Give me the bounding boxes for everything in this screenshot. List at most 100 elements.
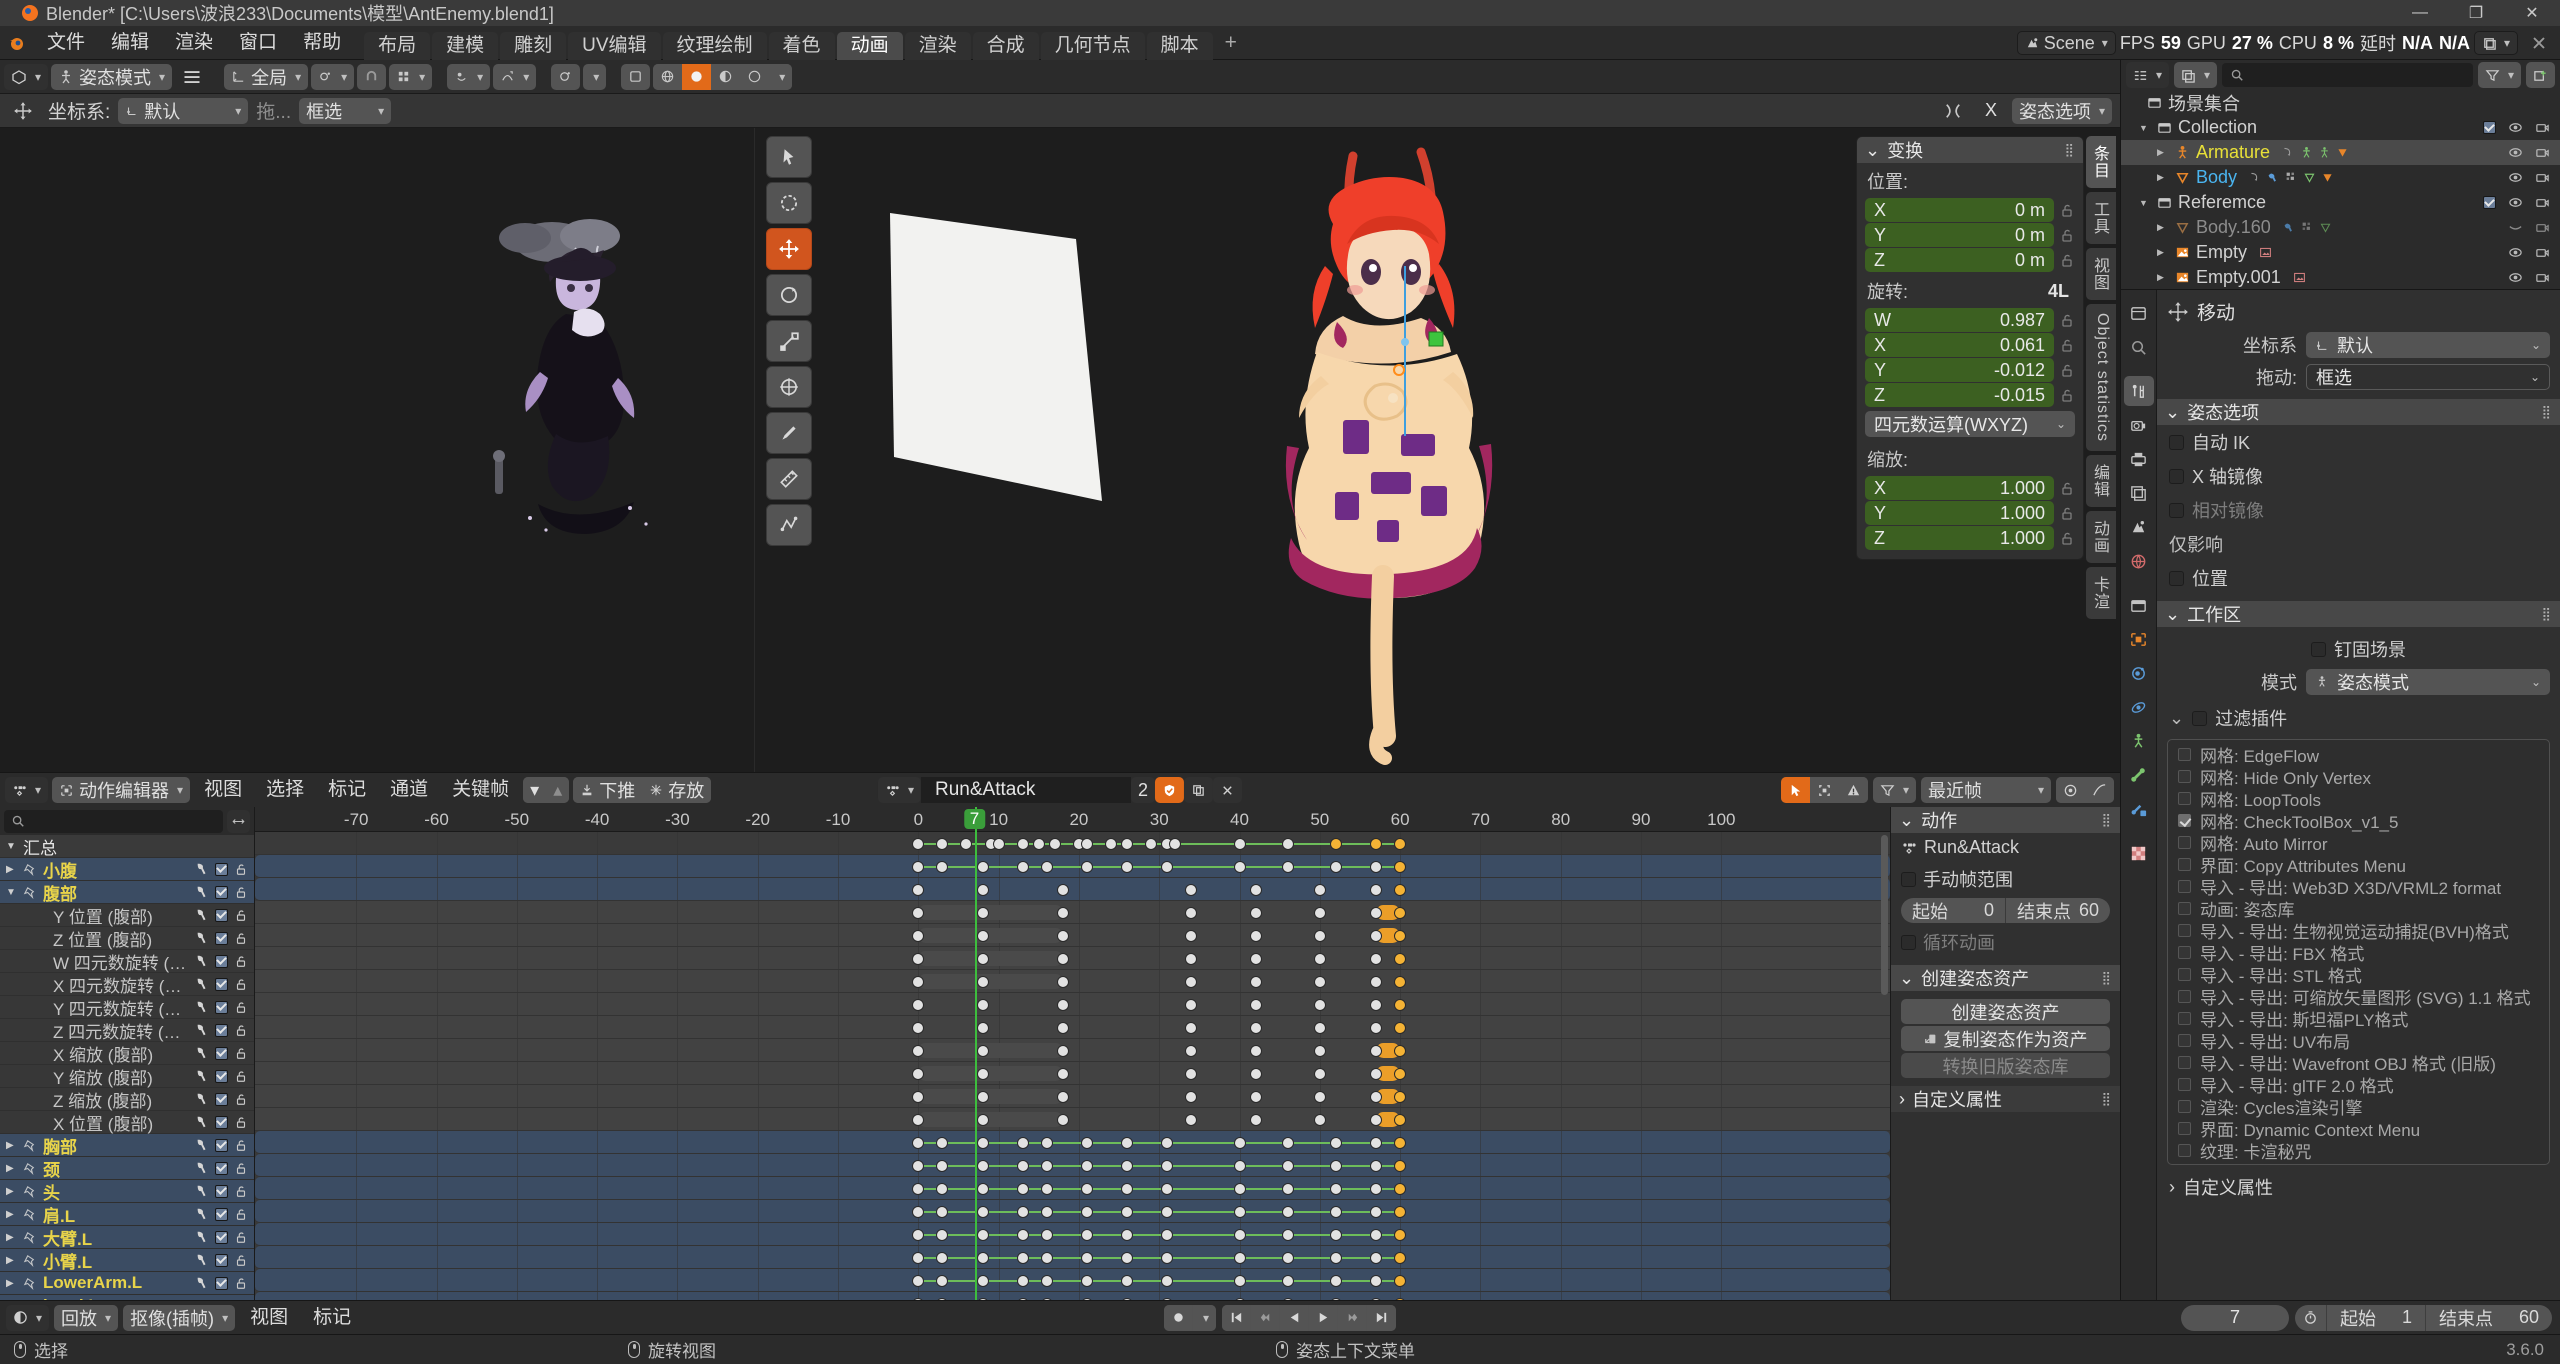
channel-row[interactable]: X 缩放 (腹部) xyxy=(0,1042,254,1065)
keyframe-dot[interactable] xyxy=(1394,837,1407,850)
addon-row[interactable]: 导入 - 导出: Web3D X3D/VRML2 format xyxy=(2168,875,2549,898)
create-pose-asset-button[interactable]: 创建姿态资产 xyxy=(1901,999,2110,1024)
keyframe-row[interactable] xyxy=(255,1062,1890,1085)
lock-open-icon[interactable] xyxy=(234,1115,248,1129)
keyframe-dot[interactable] xyxy=(1040,1182,1053,1195)
lock-open-icon[interactable] xyxy=(2059,202,2075,218)
sidebar-tab-toon[interactable]: 卡渲 xyxy=(2086,567,2116,620)
lock-open-icon[interactable] xyxy=(234,1161,248,1175)
keyframe-dot[interactable] xyxy=(1040,860,1053,873)
addon-row[interactable]: 导入 - 导出: STL 格式 xyxy=(2168,963,2549,986)
stash-button[interactable]: 存放 xyxy=(642,777,712,803)
keyframe-dot[interactable] xyxy=(1040,1228,1053,1241)
addon-checkbox[interactable] xyxy=(2178,791,2191,805)
snap-toggle[interactable] xyxy=(357,63,387,90)
tab-texture-icon[interactable] xyxy=(2124,838,2154,868)
keyframe-dot[interactable] xyxy=(1161,1205,1174,1218)
keyframe-dot[interactable] xyxy=(1370,998,1383,1011)
keyframe-dot[interactable] xyxy=(1056,906,1069,919)
expand-icon[interactable]: ▼ xyxy=(2139,123,2151,133)
transform-orientation-dropdown[interactable]: 默认 ▾ xyxy=(118,97,249,124)
playback-popover[interactable]: 回放 ▾ xyxy=(54,1304,119,1331)
action-users-count[interactable]: 2 xyxy=(1131,777,1156,803)
timeline-menu-marker[interactable]: 标记 xyxy=(303,1301,361,1335)
keyframe-dot[interactable] xyxy=(1040,1159,1053,1172)
addon-row[interactable]: 网格: LoopTools xyxy=(2168,787,2549,810)
keyframe-dot[interactable] xyxy=(936,1159,949,1172)
keyframe-dot[interactable] xyxy=(1370,929,1383,942)
editor-type-selector[interactable]: ▾ xyxy=(2126,62,2170,88)
show-hidden-toggle[interactable] xyxy=(1809,777,1839,803)
keyframe-dot[interactable] xyxy=(912,1251,925,1264)
keyframe-dot[interactable] xyxy=(1056,952,1069,965)
keyframe-row[interactable] xyxy=(255,1223,1890,1246)
tab-collection-icon[interactable] xyxy=(2124,590,2154,620)
addon-checkbox[interactable] xyxy=(2178,1077,2191,1091)
playhead[interactable] xyxy=(974,807,977,1300)
channel-enable-checkbox[interactable] xyxy=(215,1276,228,1290)
checkbox-exclude[interactable] xyxy=(2483,121,2496,134)
addon-filter-list[interactable]: 网格: EdgeFlow 网格: Hide Only Vertex 网格: Loop… xyxy=(2167,739,2550,1165)
keyframe-dot[interactable] xyxy=(912,860,925,873)
keyframe-dot[interactable] xyxy=(1121,837,1134,850)
keyframe-dot[interactable] xyxy=(1394,998,1407,1011)
keyframe-dot[interactable] xyxy=(1394,860,1407,873)
viewport-canvas[interactable]: Z Y X xyxy=(0,128,2120,772)
lock-open-icon[interactable] xyxy=(2059,387,2075,403)
keyframe-pane[interactable]: -70 -60 -50 -40 -30 -20 -10 0 10 20 30 40 50 60 70 80 90… xyxy=(255,807,1890,1300)
workspace-mode-dropdown[interactable]: 姿态模式 ⌄ xyxy=(2306,669,2550,695)
outliner-search-input[interactable] xyxy=(2222,63,2473,87)
prev-action-button[interactable]: ▾ xyxy=(523,777,547,803)
resize-channels-icon[interactable] xyxy=(227,809,250,833)
keyframe-row[interactable] xyxy=(255,1131,1890,1154)
keyframe-dot[interactable] xyxy=(1394,1021,1407,1034)
addon-checkbox[interactable] xyxy=(2178,813,2191,827)
keyframe-dot[interactable] xyxy=(1040,1251,1053,1264)
channel-row[interactable]: ▶ 头 xyxy=(0,1180,254,1203)
keyframe-dot[interactable] xyxy=(1080,1228,1093,1241)
tweak-tool-icon[interactable] xyxy=(766,136,812,178)
scale-tool-icon[interactable] xyxy=(766,320,812,362)
keyframe-dot[interactable] xyxy=(1233,1159,1246,1172)
lock-open-icon[interactable] xyxy=(2059,227,2075,243)
keyframe-dot[interactable] xyxy=(976,952,989,965)
keyframe-dot[interactable] xyxy=(1313,929,1326,942)
keyframe-row[interactable] xyxy=(255,878,1890,901)
camera-icon[interactable] xyxy=(2535,270,2550,285)
editor-type-selector[interactable]: ▾ xyxy=(5,777,49,803)
channel-row[interactable]: Z 位置 (腹部) xyxy=(0,927,254,950)
keyframe-dot[interactable] xyxy=(1185,1021,1198,1034)
keyframe-dot[interactable] xyxy=(976,975,989,988)
channel-row[interactable]: ▼ 腹部 xyxy=(0,881,254,904)
keyframe-row[interactable] xyxy=(255,1016,1890,1039)
keyframe-dot[interactable] xyxy=(1281,837,1294,850)
keyframe-dot[interactable] xyxy=(1016,837,1029,850)
lock-open-icon[interactable] xyxy=(234,862,248,876)
keyframe-dot[interactable] xyxy=(1394,975,1407,988)
keyframe-row[interactable] xyxy=(255,947,1890,970)
keyframe-row[interactable] xyxy=(255,1177,1890,1200)
expand-icon[interactable]: ▶ xyxy=(2157,272,2169,283)
channel-row[interactable]: Z 缩放 (腹部) xyxy=(0,1088,254,1111)
action-panel-header[interactable]: ⌄ 动作 ⣿ xyxy=(1891,807,2120,833)
lock-open-icon[interactable] xyxy=(2059,362,2075,378)
show-errors-toggle[interactable] xyxy=(1838,777,1868,803)
keyframe-row[interactable] xyxy=(255,924,1890,947)
keyframe-dot[interactable] xyxy=(1185,929,1198,942)
channel-row[interactable]: ▼ 汇总 xyxy=(0,835,254,858)
keyframe-dot[interactable] xyxy=(1161,1274,1174,1287)
lock-open-icon[interactable] xyxy=(234,1069,248,1083)
keyframe-dot[interactable] xyxy=(976,998,989,1011)
keyframe-dot[interactable] xyxy=(1161,1228,1174,1241)
addon-checkbox[interactable] xyxy=(2178,857,2191,871)
dopesheet-menu-select[interactable]: 选择 xyxy=(256,773,314,807)
lock-open-icon[interactable] xyxy=(234,977,248,991)
lock-open-icon[interactable] xyxy=(234,954,248,968)
keyframe-dot[interactable] xyxy=(1016,1136,1029,1149)
channel-enable-checkbox[interactable] xyxy=(215,862,228,876)
outliner-row-armature[interactable]: ▶ Armature xyxy=(2121,140,2560,165)
keyframe-dot[interactable] xyxy=(1394,1044,1407,1057)
keyframe-dot[interactable] xyxy=(912,1067,925,1080)
keyframe-dot[interactable] xyxy=(1249,998,1262,1011)
action-name-field[interactable]: Run&Attack xyxy=(921,777,1132,803)
